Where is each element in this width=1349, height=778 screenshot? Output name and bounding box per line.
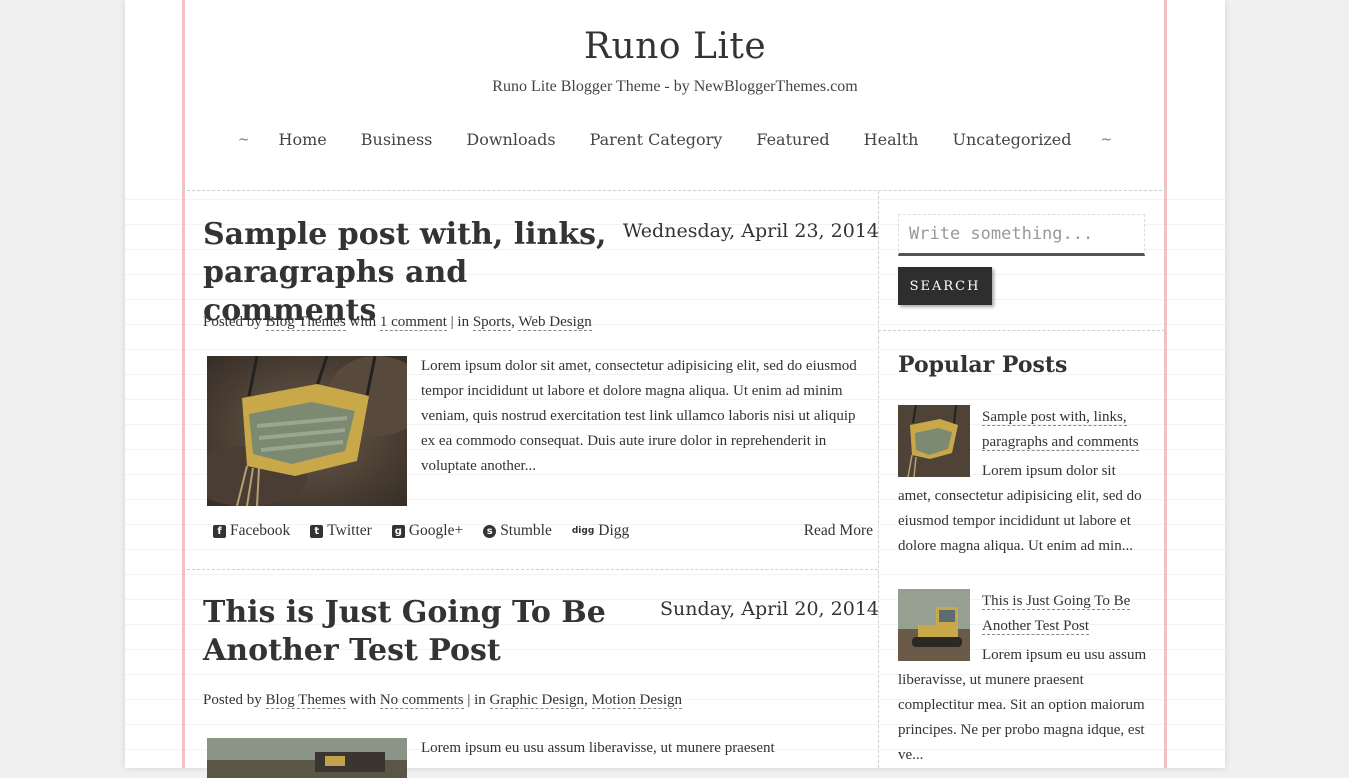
in-label: | in (450, 314, 470, 330)
nav-item-uncategorized[interactable]: Uncategorized (935, 130, 1088, 149)
category-link-sports[interactable]: Sports (472, 314, 512, 331)
share-twitter[interactable]: t Twitter (310, 522, 372, 540)
share-digg-label: Digg (598, 522, 630, 539)
right-margin-line (1164, 0, 1167, 768)
main-nav: ~ Home Business Downloads Parent Categor… (125, 130, 1225, 149)
post-thumbnail-bulldozer[interactable] (207, 738, 407, 778)
nav-tilde-right: ~ (1100, 131, 1113, 148)
popular-post-thumbnail[interactable] (898, 405, 970, 477)
nav-item-health[interactable]: Health (847, 130, 936, 149)
googleplus-icon: g (391, 524, 405, 538)
author-link[interactable]: Blog Themes (265, 314, 346, 331)
nav-item-parent-category[interactable]: Parent Category (573, 130, 740, 149)
left-margin-line (182, 0, 185, 768)
site-description: Runo Lite Blogger Theme - by NewBloggerT… (492, 78, 858, 95)
nav-item-downloads[interactable]: Downloads (449, 130, 572, 149)
post-date: Sunday, April 20, 2014 (659, 598, 879, 620)
with-label: with (349, 314, 377, 330)
share-googleplus[interactable]: g Google+ (391, 522, 464, 540)
post-excerpt: Lorem ipsum eu usu assum liberavisse, ut… (421, 740, 775, 756)
post-excerpt: Lorem ipsum dolor sit amet, consectetur … (421, 358, 857, 474)
facebook-icon: f (213, 524, 226, 538)
in-label: | in (467, 692, 486, 708)
post-title[interactable]: This is Just Going To Be Another Test Po… (203, 594, 623, 670)
post-2: This is Just Going To Be Another Test Po… (203, 594, 879, 778)
post-title[interactable]: Sample post with, links, paragraphs and … (203, 216, 623, 330)
nav-item-business[interactable]: Business (344, 130, 450, 149)
popular-post-2: This is Just Going To Be Another Test Po… (898, 589, 1150, 768)
search-button[interactable]: SEARCH (898, 267, 992, 305)
popular-post-title[interactable]: This is Just Going To Be Another Test Po… (982, 593, 1131, 635)
posted-by-label: Posted by (203, 692, 262, 708)
sidebar-divider (878, 191, 879, 768)
share-twitter-label: Twitter (327, 522, 372, 539)
nav-item-home[interactable]: Home (262, 130, 344, 149)
nav-item-featured[interactable]: Featured (739, 130, 846, 149)
author-link[interactable]: Blog Themes (265, 692, 346, 709)
post-thumbnail-swing[interactable] (207, 356, 407, 506)
share-stumble-label: Stumble (500, 522, 552, 539)
share-digg[interactable]: digg Digg (572, 522, 629, 540)
with-label: with (349, 692, 377, 708)
sidebar-widget-divider (878, 330, 1165, 331)
site-title[interactable]: Runo Lite (125, 26, 1225, 67)
nav-tilde-left: ~ (237, 131, 250, 148)
share-facebook[interactable]: f Facebook (213, 522, 290, 540)
share-stumble[interactable]: s Stumble (483, 522, 552, 540)
share-facebook-label: Facebook (230, 522, 291, 539)
popular-posts-title: Popular Posts (898, 352, 1068, 378)
header-divider (182, 190, 1167, 191)
popular-post-1: Sample post with, links, paragraphs and … (898, 405, 1150, 559)
popular-post-thumbnail[interactable] (898, 589, 970, 661)
read-more-link[interactable]: Read More (804, 522, 873, 540)
post-divider (182, 569, 878, 570)
share-googleplus-label: Google+ (408, 522, 464, 539)
comments-link[interactable]: No comments (379, 692, 464, 709)
post-meta: Posted by Blog Themes with No comments |… (203, 692, 682, 709)
category-link-graphic-design[interactable]: Graphic Design (489, 692, 585, 709)
post-1: Sample post with, links, paragraphs and … (203, 216, 879, 556)
stumbleupon-icon: s (483, 524, 497, 538)
comments-link[interactable]: 1 comment (379, 314, 447, 331)
digg-icon: digg (571, 525, 595, 536)
post-date: Wednesday, April 23, 2014 (622, 220, 879, 242)
share-bar: f Facebook t Twitter g Google+ s Stumble dig… (213, 522, 649, 540)
popular-post-excerpt: Lorem ipsum eu usu assum liberavisse, ut… (898, 647, 1147, 763)
twitter-icon: t (310, 524, 324, 538)
search-input[interactable] (898, 214, 1145, 256)
posted-by-label: Posted by (203, 314, 262, 330)
page-container: Runo Lite Runo Lite Blogger Theme - by N… (125, 0, 1225, 778)
category-link-web-design[interactable]: Web Design (518, 314, 592, 331)
popular-post-title[interactable]: Sample post with, links, paragraphs and … (982, 409, 1139, 451)
category-link-motion-design[interactable]: Motion Design (591, 692, 682, 709)
post-meta: Posted by Blog Themes with 1 comment | i… (203, 314, 592, 331)
